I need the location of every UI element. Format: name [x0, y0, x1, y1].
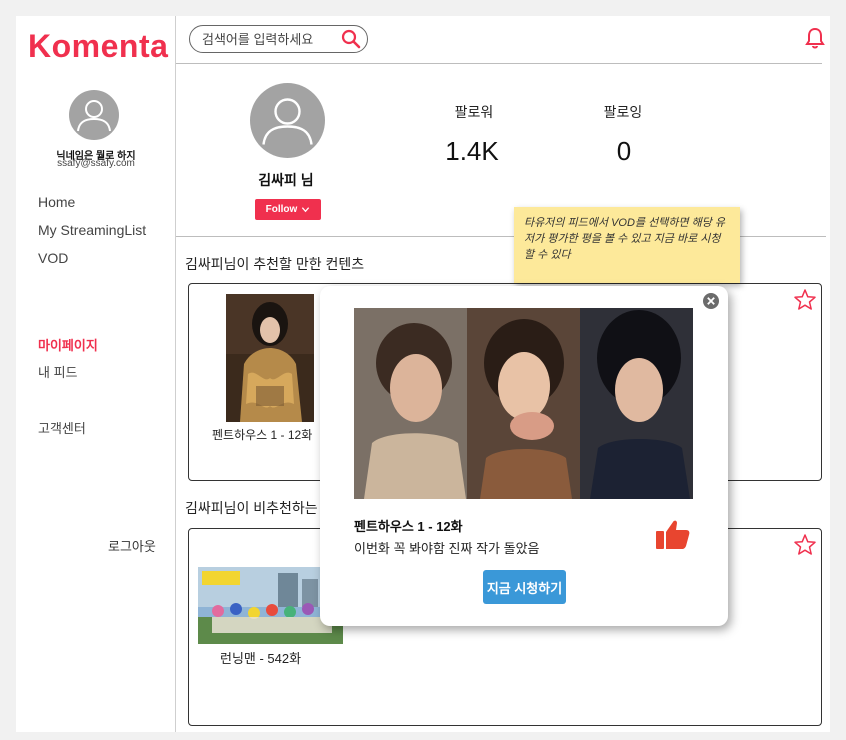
star-icon[interactable] — [793, 288, 817, 312]
modal-vod-title: 펜트하우스 1 - 12화 — [354, 519, 463, 534]
nav-my-streaming-list[interactable]: My StreamingList — [38, 222, 146, 238]
app-logo[interactable]: Komenta — [28, 28, 168, 65]
profile-name: 김싸피 님 — [258, 172, 314, 188]
followers-count[interactable]: 1.4K — [422, 136, 522, 167]
user-avatar[interactable] — [69, 90, 119, 140]
nav-vod[interactable]: VOD — [38, 250, 68, 266]
user-silhouette-icon — [77, 100, 111, 132]
penthouse-caption[interactable]: 펜트하우스 1 - 12화 — [212, 426, 312, 443]
thumbs-up-icon — [656, 520, 690, 549]
header-divider — [176, 63, 822, 64]
running-man-caption[interactable]: 런닝맨 - 542화 — [220, 648, 301, 667]
sidebar: Komenta 닉네임은 뭘로 하지 ssafy@ssafy.com Home … — [16, 16, 176, 732]
search-input[interactable] — [202, 30, 340, 48]
penthouse-poster[interactable] — [226, 294, 314, 422]
nav-my-page[interactable]: 마이페이지 — [38, 335, 98, 354]
logout-link[interactable]: 로그아웃 — [108, 536, 156, 555]
vod-still-graphic — [354, 308, 693, 499]
following-label[interactable]: 팔로잉 — [583, 102, 663, 122]
search-icon[interactable] — [341, 29, 361, 49]
nav-my-feed[interactable]: 내 피드 — [38, 362, 78, 381]
follow-label: Follow — [265, 204, 298, 215]
follow-button[interactable]: Follow — [255, 199, 321, 220]
vod-detail-modal: 펜트하우스 1 - 12화 이번화 꼭 봐야함 진짜 작가 돌았음 지금 시청하… — [320, 286, 728, 626]
chevron-down-icon — [302, 207, 310, 213]
vod-still-image — [354, 308, 693, 499]
watch-now-button[interactable]: 지금 시청하기 — [483, 570, 566, 604]
penthouse-poster-image — [226, 294, 314, 422]
not-recommended-section-title: 김싸피님이 비추천하는 — [185, 500, 318, 516]
recommended-section-title: 김싸피님이 추천할 만한 컨텐츠 — [185, 256, 365, 272]
app-frame: Komenta 닉네임은 뭘로 하지 ssafy@ssafy.com Home … — [16, 16, 830, 732]
top-bar — [176, 16, 830, 64]
close-icon[interactable] — [702, 292, 720, 310]
profile-avatar — [250, 83, 325, 158]
following-count[interactable]: 0 — [574, 136, 674, 167]
star-icon[interactable] — [793, 533, 817, 557]
bell-icon[interactable] — [804, 26, 826, 50]
modal-user-comment: 이번화 꼭 봐야함 진짜 작가 돌았음 — [354, 541, 540, 556]
nav-home[interactable]: Home — [38, 194, 75, 210]
profile-silhouette-icon — [262, 98, 313, 145]
guide-tooltip: 타유저의 피드에서 VOD를 선택하면 해당 유저가 평가한 평을 볼 수 있고… — [514, 207, 740, 283]
nav-customer-center[interactable]: 고객센터 — [38, 418, 86, 437]
user-email: ssafy@ssafy.com — [57, 158, 135, 169]
search-box — [189, 25, 368, 53]
followers-label[interactable]: 팔로워 — [434, 102, 514, 122]
